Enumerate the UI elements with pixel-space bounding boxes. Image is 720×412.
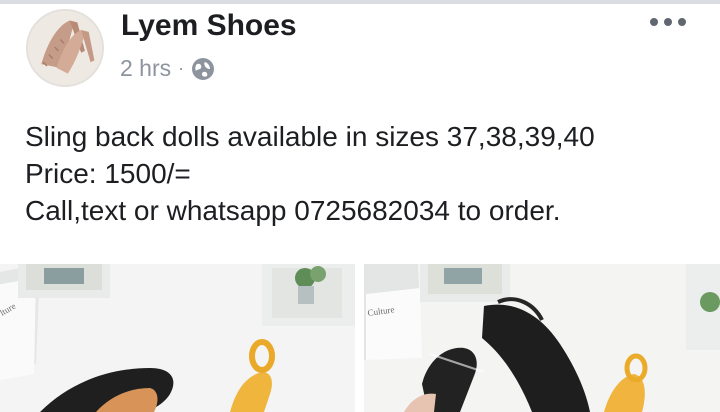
avatar[interactable] bbox=[26, 9, 104, 87]
post-meta: 2 hrs · bbox=[120, 55, 215, 82]
shoe-photo-1[interactable]: lture bbox=[0, 264, 355, 412]
dot-icon bbox=[678, 18, 686, 26]
shoe-photo-2[interactable]: Culture bbox=[364, 264, 720, 412]
more-options-icon[interactable] bbox=[650, 14, 686, 30]
post-text-line: Sling back dolls available in sizes 37,3… bbox=[25, 121, 595, 152]
top-divider bbox=[0, 0, 720, 4]
dot-icon bbox=[664, 18, 672, 26]
shoe-avatar-image bbox=[28, 11, 102, 85]
post-text: Sling back dolls available in sizes 37,3… bbox=[25, 118, 595, 229]
globe-icon[interactable] bbox=[191, 57, 215, 81]
dot-icon bbox=[650, 18, 658, 26]
meta-separator: · bbox=[178, 58, 185, 78]
post-text-line: Call,text or whatsapp 0725682034 to orde… bbox=[25, 195, 561, 226]
page-name[interactable]: Lyem Shoes bbox=[121, 9, 297, 43]
post-time[interactable]: 2 hrs bbox=[120, 55, 171, 82]
post-text-line: Price: 1500/= bbox=[25, 158, 191, 189]
